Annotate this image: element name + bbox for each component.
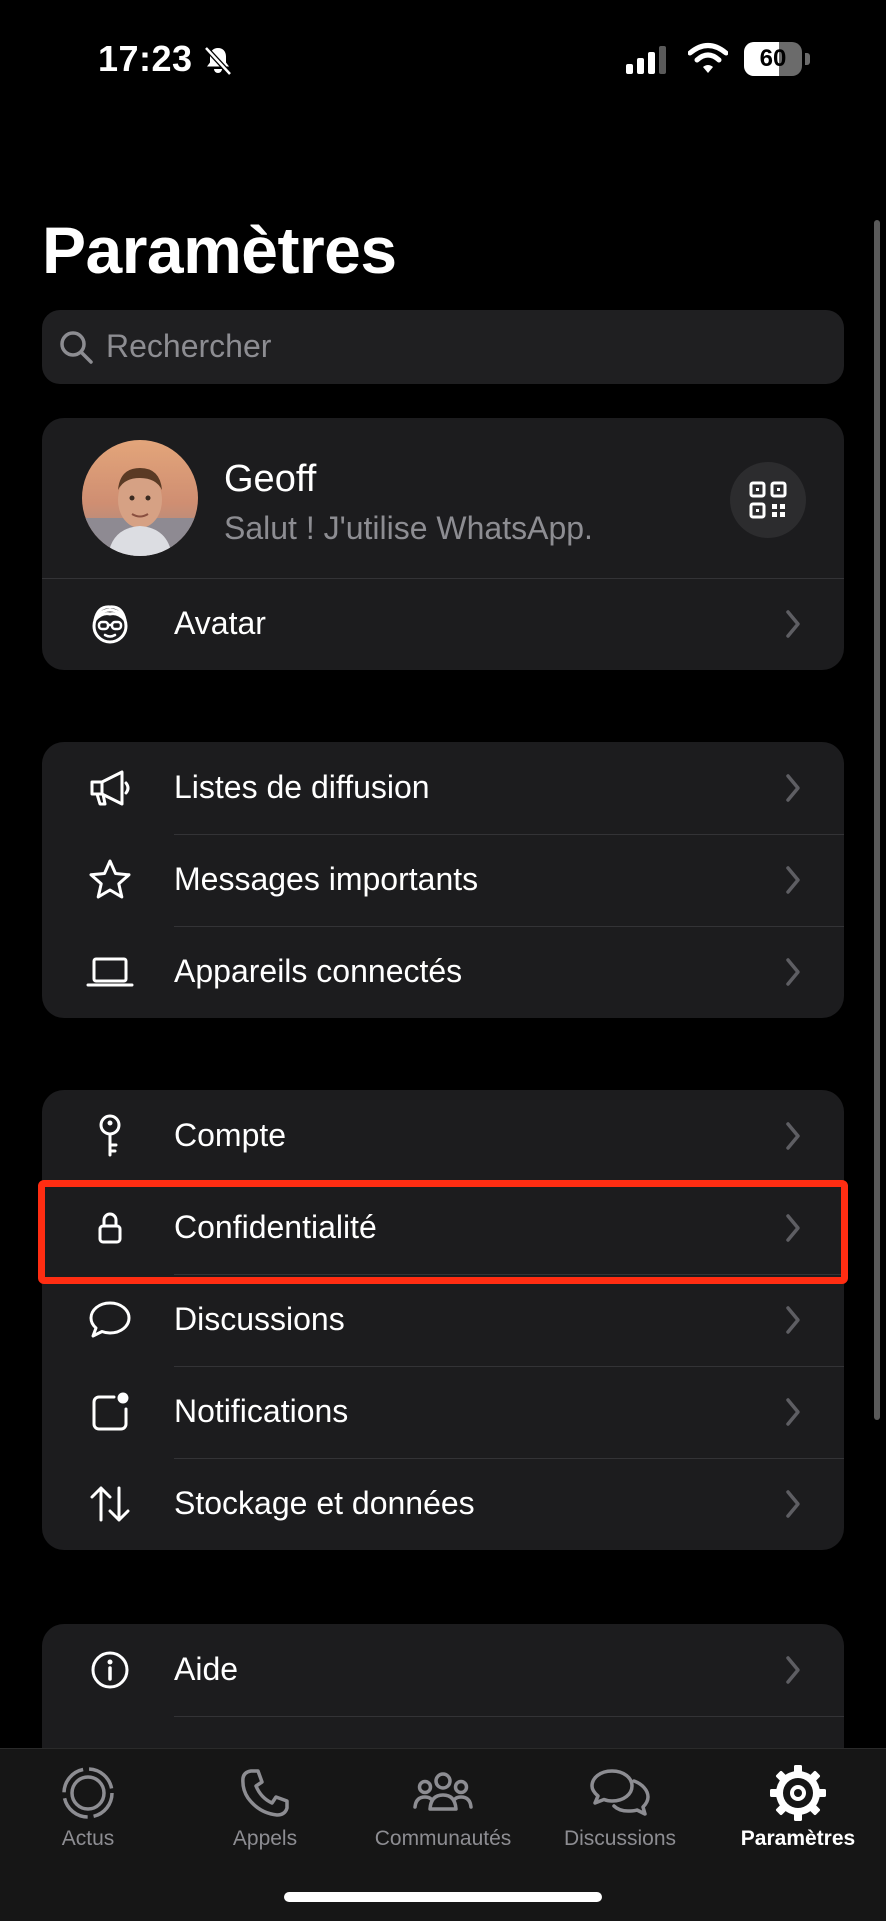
chevron-right-icon <box>786 958 800 986</box>
chevron-right-icon <box>786 1656 800 1684</box>
info-icon <box>91 1651 129 1689</box>
signal-icon <box>626 46 666 74</box>
chat-bubble-icon <box>89 1301 131 1338</box>
chats-icon <box>590 1769 650 1816</box>
community-icon <box>413 1772 473 1811</box>
qr-code-button[interactable] <box>730 462 806 538</box>
status-bar: 17:23 60 <box>0 0 886 110</box>
avatar[interactable] <box>82 440 198 556</box>
settings-row-linked-devices[interactable]: Appareils connectés <box>42 926 844 1018</box>
phone-icon <box>241 1769 289 1817</box>
battery-icon: 60 <box>744 42 810 76</box>
tab-label: Paramètres <box>740 1827 856 1850</box>
chevron-right-icon <box>786 1398 800 1426</box>
chevron-right-icon <box>786 866 800 894</box>
row-label: Stockage et données <box>174 1485 475 1521</box>
tab-calls[interactable]: Appels <box>185 1749 345 1869</box>
wifi-icon <box>688 43 728 73</box>
settings-row-broadcast-lists[interactable]: Listes de diffusion <box>42 742 844 834</box>
row-label: Confidentialité <box>174 1209 377 1245</box>
chevron-right-icon <box>786 774 800 802</box>
row-label: Avatar <box>174 605 266 641</box>
tab-chats[interactable]: Discussions <box>540 1749 700 1869</box>
row-label: Discussions <box>174 1301 345 1337</box>
settings-row-starred-messages[interactable]: Messages importants <box>42 834 844 926</box>
settings-row-help[interactable]: Aide <box>42 1624 844 1716</box>
chevron-right-icon <box>786 1490 800 1518</box>
tab-label: Actus <box>61 1827 115 1850</box>
search-icon <box>60 331 93 364</box>
chevron-right-icon <box>786 1214 800 1242</box>
settings-row-storage-data[interactable]: Stockage et données <box>42 1458 844 1550</box>
tab-updates[interactable]: Actus <box>8 1749 168 1869</box>
avatar-icon <box>92 605 128 644</box>
row-label: Messages importants <box>174 861 479 897</box>
tab-label: Appels <box>232 1827 298 1850</box>
search-placeholder: Rechercher <box>106 328 272 364</box>
arrows-updown-icon <box>90 1486 130 1522</box>
bell-muted-icon <box>204 46 232 76</box>
settings-gear-icon <box>770 1765 826 1821</box>
star-icon <box>89 859 131 899</box>
tab-settings[interactable]: Paramètres <box>718 1749 878 1869</box>
row-label: Appareils connectés <box>174 953 463 989</box>
settings-row-chats[interactable]: Discussions <box>42 1274 844 1366</box>
profile-card: Geoff Salut ! J'utilise WhatsApp. Avatar <box>42 418 844 670</box>
settings-row-notifications[interactable]: Notifications <box>42 1366 844 1458</box>
chevron-right-icon <box>786 1306 800 1334</box>
laptop-icon <box>86 957 134 987</box>
settings-card: Compte Confidentialité Discussions Notif… <box>42 1090 844 1550</box>
profile-status: Salut ! J'utilise WhatsApp. <box>224 510 593 546</box>
row-label: Listes de diffusion <box>174 769 430 805</box>
settings-row-privacy[interactable]: Confidentialité <box>42 1182 844 1274</box>
search-input[interactable]: Rechercher <box>42 310 844 384</box>
profile-name: Geoff <box>224 458 317 500</box>
lock-icon <box>98 1212 122 1244</box>
row-label: Compte <box>174 1117 287 1153</box>
tab-communities[interactable]: Communautés <box>363 1749 523 1869</box>
battery-level: 60 <box>759 45 787 72</box>
home-indicator[interactable] <box>284 1892 602 1902</box>
key-icon <box>99 1114 121 1157</box>
chevron-right-icon <box>786 610 800 638</box>
notification-icon <box>92 1392 129 1431</box>
tools-card: Listes de diffusion Messages importants … <box>42 742 844 1018</box>
megaphone-icon <box>90 770 130 806</box>
profile-row[interactable]: Geoff Salut ! J'utilise WhatsApp. <box>42 418 844 578</box>
chevron-right-icon <box>786 1122 800 1150</box>
tab-label: Communautés <box>374 1827 512 1850</box>
row-label: Notifications <box>174 1393 349 1429</box>
status-icon <box>62 1767 114 1819</box>
settings-row-account[interactable]: Compte <box>42 1090 844 1182</box>
qr-code-icon <box>749 481 787 519</box>
page-title: Paramètres <box>42 213 397 287</box>
scrollbar[interactable] <box>874 220 880 1420</box>
settings-row-avatar[interactable]: Avatar <box>42 578 844 670</box>
tab-label: Discussions <box>563 1827 677 1850</box>
row-label: Aide <box>174 1651 239 1687</box>
status-time: 17:23 <box>98 38 193 79</box>
